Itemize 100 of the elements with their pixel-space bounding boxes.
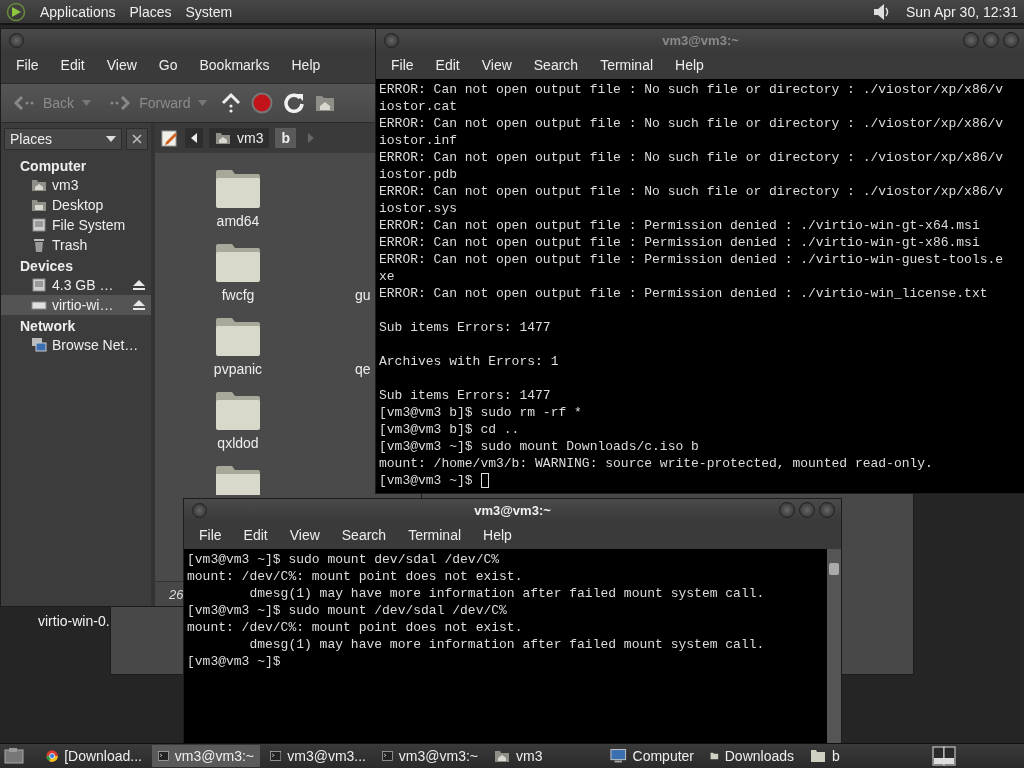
folder-icon[interactable] (215, 391, 261, 431)
reload-icon[interactable] (283, 92, 306, 114)
edit-icon[interactable] (161, 129, 179, 147)
taskbar-button[interactable]: Downloads (704, 745, 800, 767)
logo-icon[interactable] (6, 1, 26, 22)
menu-item[interactable]: Terminal (589, 57, 665, 73)
taskbar-button[interactable]: vm3@vm3... (264, 745, 372, 767)
terminal-line: ERROR: Can not open output file : Permission denied : ./virtio-win-guest-tools.e (379, 252, 1004, 267)
scrollbar[interactable] (827, 549, 841, 743)
menu-item[interactable]: Help (472, 527, 523, 543)
folder-label[interactable]: amd64 (216, 213, 260, 229)
terminal-line: dmesg(1) may have more information after failed mount system call. (248, 637, 765, 652)
desktop-icon-label[interactable]: virtio-win-0. (38, 613, 110, 629)
menu-item[interactable]: Terminal (397, 527, 473, 543)
computer-icon (610, 748, 627, 764)
path-back-button[interactable] (185, 128, 203, 148)
panel-menu[interactable]: Places (129, 3, 172, 20)
terminal-line: mount: /dev/C%: mount point does not exist. (187, 569, 523, 584)
sidebar-item[interactable]: virtio-wi… (1, 295, 151, 315)
folder-icon[interactable] (215, 243, 261, 283)
panel-menu[interactable]: System (185, 3, 233, 20)
menu-item[interactable]: Help (664, 57, 715, 73)
terminal-line: [vm3@vm3 ~]$ sudo mount Downloads/c.iso b (379, 439, 699, 454)
show-desktop-icon[interactable] (4, 747, 24, 765)
folder-label[interactable]: pvpanic (213, 361, 263, 377)
menu-item[interactable]: Help (280, 57, 332, 73)
left-arrow-icon[interactable] (191, 133, 197, 143)
folder-label[interactable]: qe (355, 361, 371, 377)
terminal-line: [vm3@vm3 ~]$ (187, 654, 281, 669)
status-text: 26 (169, 586, 184, 602)
path-button[interactable]: b (275, 128, 296, 148)
window-button[interactable] (963, 32, 979, 48)
window-button[interactable] (819, 502, 835, 518)
home-icon[interactable] (315, 93, 336, 113)
sidebar-item[interactable]: File System (1, 215, 151, 235)
panel-menu[interactable]: Applications (40, 3, 116, 20)
menu-item[interactable]: File (5, 57, 50, 73)
taskbar-button[interactable]: b (804, 745, 856, 767)
menu-item[interactable]: View (95, 57, 148, 73)
up-arrow-icon[interactable] (221, 92, 242, 114)
terminal-icon (270, 749, 282, 763)
terminal-line: [vm3@vm3 b]$ cd .. (379, 422, 520, 437)
window-button[interactable] (779, 502, 795, 518)
caret-icon[interactable] (106, 136, 116, 142)
menu-item[interactable]: Search (522, 57, 590, 73)
menu-item[interactable]: Edit (232, 527, 279, 543)
terminal-line: ERROR: Can not open output file : No such file or directory : ./viostor/xp/x86/v (379, 150, 1004, 165)
sidebar-item[interactable]: vm3 (1, 175, 151, 195)
terminal-line: xe (379, 269, 395, 284)
terminal-line: [vm3@vm3 b]$ sudo rm -rf * (379, 405, 582, 420)
terminal-line: Sub items Errors: 1477 (379, 388, 551, 403)
path-button[interactable]: vm3 (209, 128, 270, 148)
terminal-line: iostor.cat (379, 99, 457, 114)
trash-icon (31, 237, 47, 253)
taskbar-button[interactable]: [Download... (40, 745, 148, 767)
sidebar-item[interactable]: Browse Net… (1, 335, 151, 355)
window-button[interactable] (983, 32, 999, 48)
menu-item[interactable]: View (278, 527, 331, 543)
clock[interactable]: Sun Apr 30, 12:31 (905, 3, 1018, 20)
places-dropdown[interactable]: Places (4, 128, 122, 150)
terminal-icon (382, 749, 393, 763)
terminal-line: [vm3@vm3 ~]$ sudo mount dev/sdal /dev/C% (187, 552, 500, 567)
section-heading: Network (19, 317, 77, 335)
menu-item[interactable]: Search (330, 527, 398, 543)
section-heading: Computer (19, 157, 88, 175)
home-folder-icon (31, 177, 47, 193)
folder-icon (810, 749, 826, 763)
terminal-line: iostor.sys (379, 201, 457, 216)
folder-icon[interactable] (215, 465, 261, 495)
eject-icon[interactable] (133, 279, 145, 291)
taskbar-button[interactable]: vm3@vm3:~ (376, 745, 484, 767)
home-folder-icon (215, 130, 231, 146)
menu-item[interactable]: View (470, 57, 523, 73)
terminal-line: ERROR: Can not open output file : No such file or directory : ./viostor/xp/x86/v (379, 116, 1004, 131)
folder-label[interactable]: qxldod (217, 435, 259, 451)
window-button[interactable] (799, 502, 815, 518)
taskbar-button[interactable]: vm3 (488, 745, 600, 767)
menu-item[interactable]: Go (147, 57, 189, 73)
taskbar-button[interactable]: Computer (604, 745, 700, 767)
sidebar-item[interactable]: Trash (1, 235, 151, 255)
workspace-switcher-icon[interactable] (932, 746, 956, 766)
close-icon[interactable] (132, 134, 142, 144)
folder-label[interactable]: gu (355, 287, 371, 303)
menu-item[interactable]: Bookmarks (188, 57, 281, 73)
sidebar-item[interactable]: 4.3 GB … (1, 275, 151, 295)
drive-icon (31, 217, 47, 233)
menu-item[interactable]: Edit (49, 57, 96, 73)
menu-item[interactable]: File (188, 527, 233, 543)
terminal-line: ERROR: Can not open output file : Permission denied : ./virtio-win_license.txt (379, 286, 988, 301)
sidebar-item[interactable]: Desktop (1, 195, 151, 215)
window-button[interactable] (1003, 32, 1019, 48)
menu-item[interactable]: File (380, 57, 425, 73)
eject-icon[interactable] (133, 299, 145, 311)
folder-icon[interactable] (215, 169, 261, 209)
menu-item[interactable]: Edit (424, 57, 471, 73)
close-button[interactable] (126, 128, 148, 150)
taskbar-button[interactable]: vm3@vm3:~ (152, 745, 260, 767)
folder-icon[interactable] (215, 317, 261, 357)
folder-label[interactable]: fwcfg (221, 287, 255, 303)
terminal-line: [vm3@vm3 ~]$ (379, 472, 473, 489)
